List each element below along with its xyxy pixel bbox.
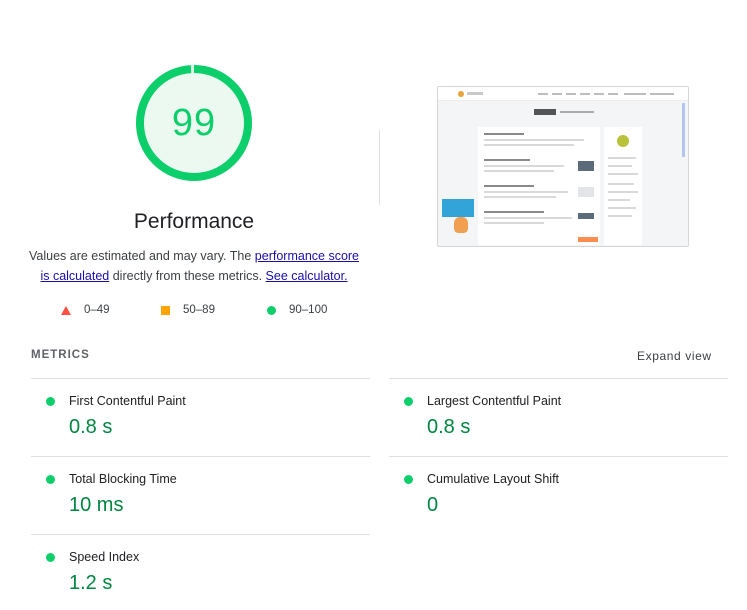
legend-range: 50–89	[183, 304, 215, 316]
thumb-avatar	[617, 135, 629, 147]
thumb-post-title	[484, 185, 534, 187]
metric-cumulative-layout-shift: Cumulative Layout Shift 0	[389, 456, 728, 534]
thumb-post-title	[484, 159, 530, 161]
metric-total-blocking-time: Total Blocking Time 10 ms	[31, 456, 370, 534]
description-text-1: Values are estimated and may vary. The	[28, 249, 255, 263]
thumb-content	[478, 127, 600, 245]
thumb-nav-item	[594, 93, 604, 95]
thumb-logo-icon	[458, 91, 464, 97]
metric-value: 1.2 s	[69, 572, 113, 594]
thumb-subheading	[560, 111, 594, 113]
thumb-logo-text	[467, 92, 483, 95]
thumb-post-title	[484, 133, 524, 135]
thumb-post-line	[484, 191, 568, 193]
thumb-post-line	[484, 139, 584, 141]
pass-circle-icon	[46, 475, 55, 484]
pass-circle-icon	[404, 475, 413, 484]
thumb-heading	[534, 109, 556, 115]
score-legend: 0–49 50–89 90–100	[0, 304, 400, 320]
thumb-post-image	[578, 213, 594, 219]
expand-view-button[interactable]: Expand view	[637, 349, 712, 363]
metric-speed-index: Speed Index 1.2 s	[31, 534, 370, 610]
thumb-sidebar-line	[608, 215, 632, 217]
score-label: Performance	[133, 210, 255, 233]
thumb-post-image	[578, 187, 594, 197]
legend-item-fail: 0–49	[61, 304, 110, 316]
score-value: 99	[171, 101, 217, 144]
thumb-nav-item	[580, 93, 590, 95]
thumb-sidebar-line	[608, 207, 636, 209]
thumb-blue-card	[442, 199, 474, 217]
thumb-nav-item	[650, 93, 674, 95]
legend-range: 90–100	[289, 304, 328, 316]
green-circle-icon	[267, 305, 276, 315]
metrics-heading: METRICS	[31, 349, 90, 361]
thumb-orange-button	[578, 237, 598, 242]
pass-circle-icon	[46, 397, 55, 406]
thumb-post-image	[578, 161, 594, 171]
thumb-scrollbar	[682, 103, 685, 157]
metric-name: First Contentful Paint	[69, 394, 186, 408]
legend-item-pass: 90–100	[267, 304, 327, 316]
thumb-post-title	[484, 211, 544, 213]
thumb-sidebar-line	[608, 191, 638, 193]
see-calculator-link[interactable]: See calculator.	[266, 269, 348, 283]
pass-circle-icon	[404, 397, 413, 406]
thumb-sidebar-line	[608, 199, 630, 201]
thumb-post-line	[484, 196, 556, 198]
pass-circle-icon	[46, 553, 55, 562]
thumb-sidebar-line	[608, 183, 634, 185]
red-triangle-icon	[61, 305, 71, 315]
thumb-topbar	[438, 87, 688, 101]
metric-value: 0.8 s	[427, 416, 471, 438]
metric-name: Cumulative Layout Shift	[427, 472, 560, 486]
metric-value: 10 ms	[69, 494, 124, 516]
thumb-nav-item	[624, 93, 646, 95]
legend-range: 0–49	[84, 304, 110, 316]
score-description: Values are estimated and may vary. The p…	[24, 246, 364, 286]
thumb-mascot	[454, 217, 468, 233]
thumb-post-line	[484, 170, 554, 172]
thumb-sidebar-line	[608, 173, 638, 175]
metric-name: Total Blocking Time	[69, 472, 177, 486]
metric-largest-contentful-paint: Largest Contentful Paint 0.8 s	[389, 378, 728, 456]
thumb-post-line	[484, 165, 564, 167]
orange-square-icon	[161, 305, 170, 315]
thumb-post-line	[484, 217, 572, 219]
thumb-sidebar-line	[608, 157, 636, 159]
thumb-post-line	[484, 222, 544, 224]
page-screenshot-thumbnail[interactable]	[437, 86, 689, 247]
metric-first-contentful-paint: First Contentful Paint 0.8 s	[31, 378, 370, 456]
metric-value: 0	[427, 494, 439, 516]
thumb-nav-item	[538, 93, 548, 95]
performance-score-gauge: 99	[134, 63, 254, 183]
thumb-post-line	[484, 144, 574, 146]
metric-value: 0.8 s	[69, 416, 113, 438]
thumb-nav-item	[608, 93, 618, 95]
metric-name: Speed Index	[69, 550, 140, 564]
thumb-nav-item	[566, 93, 576, 95]
vertical-divider	[379, 130, 380, 205]
thumb-nav-item	[552, 93, 562, 95]
description-text-2: directly from these metrics.	[109, 269, 266, 283]
thumb-sidebar-line	[608, 165, 632, 167]
legend-item-average: 50–89	[161, 304, 215, 316]
metric-name: Largest Contentful Paint	[427, 394, 562, 408]
